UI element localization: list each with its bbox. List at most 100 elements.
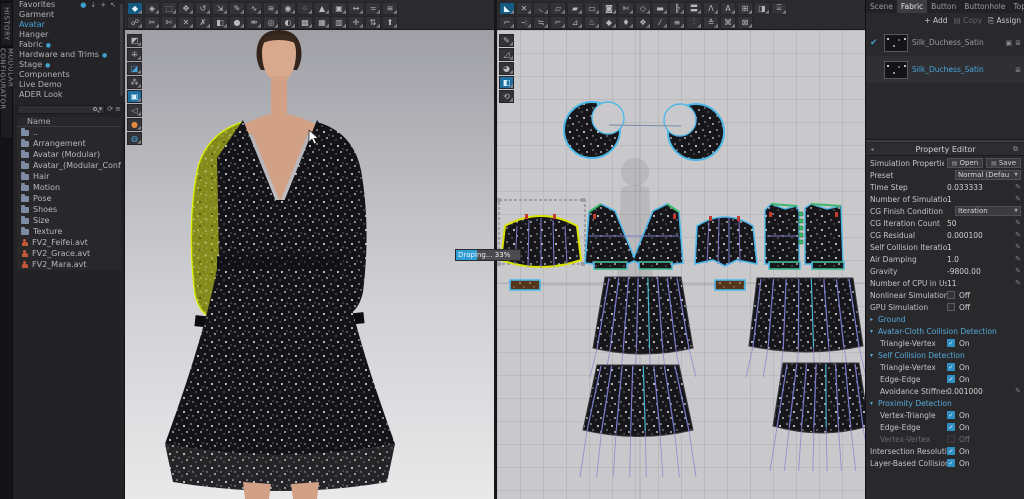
viewport-3d[interactable]: ◆◢◈◢⬚◢✥◢↺◢⇲◢✎◢∿◢≋◢◉◢⁘◢▲◢▣◢↔◢≍◢≋◢ ☍◢✂◢✄◢✕… (125, 0, 494, 499)
tab-topstitch[interactable]: Topstitch (1009, 0, 1024, 13)
file-item[interactable]: Arrangement (17, 138, 121, 149)
property-row-self-collision-detection[interactable]: ▾Self Collision Detection (866, 349, 1024, 361)
circle-tool-icon[interactable]: ◙◢ (601, 2, 617, 15)
fabric-active-check-icon[interactable]: ✔ (870, 38, 880, 48)
sidebar-item-hanger[interactable]: Hanger (13, 30, 125, 40)
property-row-vertex-triangle[interactable]: Vertex-Triangle✓On (866, 409, 1024, 421)
assign-button[interactable]: ⎘ Assign (988, 16, 1021, 26)
fur-tool-icon[interactable]: ▩◢ (297, 16, 313, 29)
fabric-row-icons[interactable]: ≣ (1015, 66, 1021, 74)
pattern-piece-cuff-left[interactable] (510, 280, 540, 290)
viewport-2d[interactable]: ◣◢✕◢◟◢▱◢▰◢▭◢◙◢✄◢◇◢▬◢╠◢〓◢Λ◢A◢⊞◢◨◢⍓◢ ⌐◢∹◢≒… (497, 0, 865, 499)
pen-3d-tool-icon[interactable]: ✎◢ (229, 2, 245, 15)
property-dropdown[interactable]: Normal (Defau▼ (955, 170, 1021, 180)
show-garment-icon[interactable]: ▣◢ (127, 90, 142, 103)
tab-history[interactable]: HISTORY (0, 2, 13, 46)
seam-allowance-icon[interactable]: ▬◢ (652, 2, 668, 15)
pen-2d-icon[interactable]: ✎◢ (499, 34, 514, 47)
property-row-avatar-cloth-collision-detection[interactable]: ▾Avatar-Cloth Collision Detection (866, 325, 1024, 337)
brush-tool-icon[interactable]: ◪◢ (127, 62, 142, 75)
snap-tool-icon[interactable]: ⁜◢ (127, 48, 142, 61)
fabric-item[interactable]: Silk_Duchess_Satin≣ (866, 56, 1024, 83)
rectangle-tool-icon[interactable]: ▭◢ (584, 2, 600, 15)
sewing-2d-icon[interactable]: ⌐◢ (499, 16, 515, 29)
file-item[interactable]: FV2_Grace.avt (17, 248, 121, 259)
show-avatar-icon[interactable]: ●◢ (127, 118, 142, 131)
property-value[interactable]: -9800.00 (947, 267, 1009, 276)
property-value[interactable]: 50 (947, 219, 1009, 228)
property-row-triangle-vertex[interactable]: Triangle-Vertex✓On (866, 361, 1024, 373)
undock-icon[interactable]: ⧉ (1013, 145, 1024, 154)
tab-buttonhole[interactable]: Buttonhole (960, 0, 1009, 13)
property-row-air-damping[interactable]: Air Damping1.0✎ (866, 253, 1024, 265)
property-row-time-step[interactable]: Time Step0.033333✎ (866, 181, 1024, 193)
fold-arrangement-icon[interactable]: ⊿◢ (567, 16, 583, 29)
walk-tool-icon[interactable]: ☍◢ (127, 16, 143, 29)
property-row-simulation-properties[interactable]: Simulation Properties▤Open▤Save (866, 157, 1024, 169)
edit-pencil-icon[interactable]: ✎ (1013, 279, 1021, 287)
sidebar-item-ader-look[interactable]: ADER Look (13, 90, 125, 100)
mn-sewing-icon[interactable]: ≒◢ (533, 16, 549, 29)
edit-pencil-icon[interactable]: ✎ (1013, 243, 1021, 251)
tab-scene[interactable]: Scene (866, 0, 897, 13)
fabric-swatch-thumbnail[interactable] (884, 61, 908, 79)
property-row-gpu-simulation[interactable]: GPU SimulationOff (866, 301, 1024, 313)
zipper-tool-icon[interactable]: ⚮◢ (246, 16, 262, 29)
file-item[interactable]: Avatar_(Modular_Configurator) (17, 160, 121, 171)
library-scrollbar[interactable] (120, 4, 123, 96)
sidebar-item-live-demo[interactable]: Live Demo (13, 80, 125, 90)
fabric-option-icon[interactable]: ≣ (1015, 66, 1021, 74)
section-arrow-icon[interactable]: ▸ (870, 316, 878, 323)
property-value[interactable]: 11 (947, 279, 1009, 288)
pattern-piece-collar-left[interactable] (564, 102, 624, 158)
edit-sewing-tool-icon[interactable]: ∿◢ (246, 2, 262, 15)
file-item[interactable]: FV2_Mara.avt (17, 259, 121, 270)
property-row-edge-edge[interactable]: Edge-Edge✓On (866, 373, 1024, 385)
avatar-display-icon[interactable]: ▲◢ (314, 2, 330, 15)
texture-tool-icon[interactable]: ◧◢ (212, 16, 228, 29)
checkbox-icon[interactable]: ✓ (947, 447, 955, 455)
select-box-tool-icon[interactable]: ⬚◢ (161, 2, 177, 15)
sidebar-item-avatar[interactable]: Avatar (13, 20, 125, 30)
select-move-tool-icon[interactable]: ◈◢ (144, 2, 160, 15)
canvas-2d[interactable]: ✎◢◿◢◕◢◧◢⟲◢ (497, 30, 865, 499)
uv-view-icon[interactable]: ▥◢ (331, 16, 347, 29)
sidebar-item-components[interactable]: Components (13, 70, 125, 80)
move-gizmo-icon[interactable]: ✥◢ (178, 2, 194, 15)
fabric-swatch-icon[interactable]: ◨◢ (754, 2, 770, 15)
pleat-fold-icon[interactable]: ≙◢ (703, 16, 719, 29)
steam-tool-icon[interactable]: ♨◢ (584, 16, 600, 29)
pin-tool-icon[interactable]: ◉◢ (280, 2, 296, 15)
rotate-gizmo-icon[interactable]: ↺◢ (195, 2, 211, 15)
sidebar-item-fabric[interactable]: Fabric● (13, 40, 125, 50)
render-icon[interactable]: ⬆◢ (382, 16, 398, 29)
trace-tool-icon[interactable]: ◇◢ (635, 2, 651, 15)
view-cube-icon[interactable]: ◩◢ (127, 34, 142, 47)
edit-pencil-icon[interactable]: ✎ (1013, 183, 1021, 191)
color-pick-icon[interactable]: ◕◢ (499, 62, 514, 75)
edit-pencil-icon[interactable]: ✎ (1013, 387, 1021, 395)
sidebar-item-stage[interactable]: Stage● (13, 60, 125, 70)
property-row-intersection-resolution[interactable]: Intersection Resolution✓On (866, 445, 1024, 457)
sync-badge-icon[interactable]: ● (80, 1, 86, 9)
pattern-pieces-2d[interactable] (497, 30, 865, 499)
transform-pattern-tool-icon[interactable]: ◣◢ (499, 2, 515, 15)
section-arrow-icon[interactable]: ▾ (870, 328, 878, 335)
checkbox-icon[interactable]: ✓ (947, 375, 955, 383)
property-value[interactable]: 1 (947, 195, 1009, 204)
download-icon[interactable]: ↓ (90, 1, 96, 9)
add-button[interactable]: + Add (924, 16, 947, 25)
property-row-self-collision-iteration-count[interactable]: Self Collision Iteration Count1✎ (866, 241, 1024, 253)
property-value[interactable]: 0.001000 (947, 387, 1009, 396)
copy-button[interactable]: ▤ Copy (954, 16, 983, 25)
property-row-gravity[interactable]: Gravity-9800.00✎ (866, 265, 1024, 277)
checkbox-icon[interactable]: ✓ (947, 339, 955, 347)
dart-tool-icon[interactable]: ✄◢ (618, 2, 634, 15)
measure-tool-icon[interactable]: ↔◢ (348, 2, 364, 15)
property-row-triangle-vertex[interactable]: Triangle-Vertex✓On (866, 337, 1024, 349)
grid-baseline-icon[interactable]: ⊞◢ (737, 2, 753, 15)
property-row-preset[interactable]: PresetNormal (Defau▼ (866, 169, 1024, 181)
checkbox-icon[interactable]: ✓ (947, 423, 955, 431)
tape-tool-icon[interactable]: ≍◢ (365, 2, 381, 15)
file-item[interactable]: Motion (17, 182, 121, 193)
